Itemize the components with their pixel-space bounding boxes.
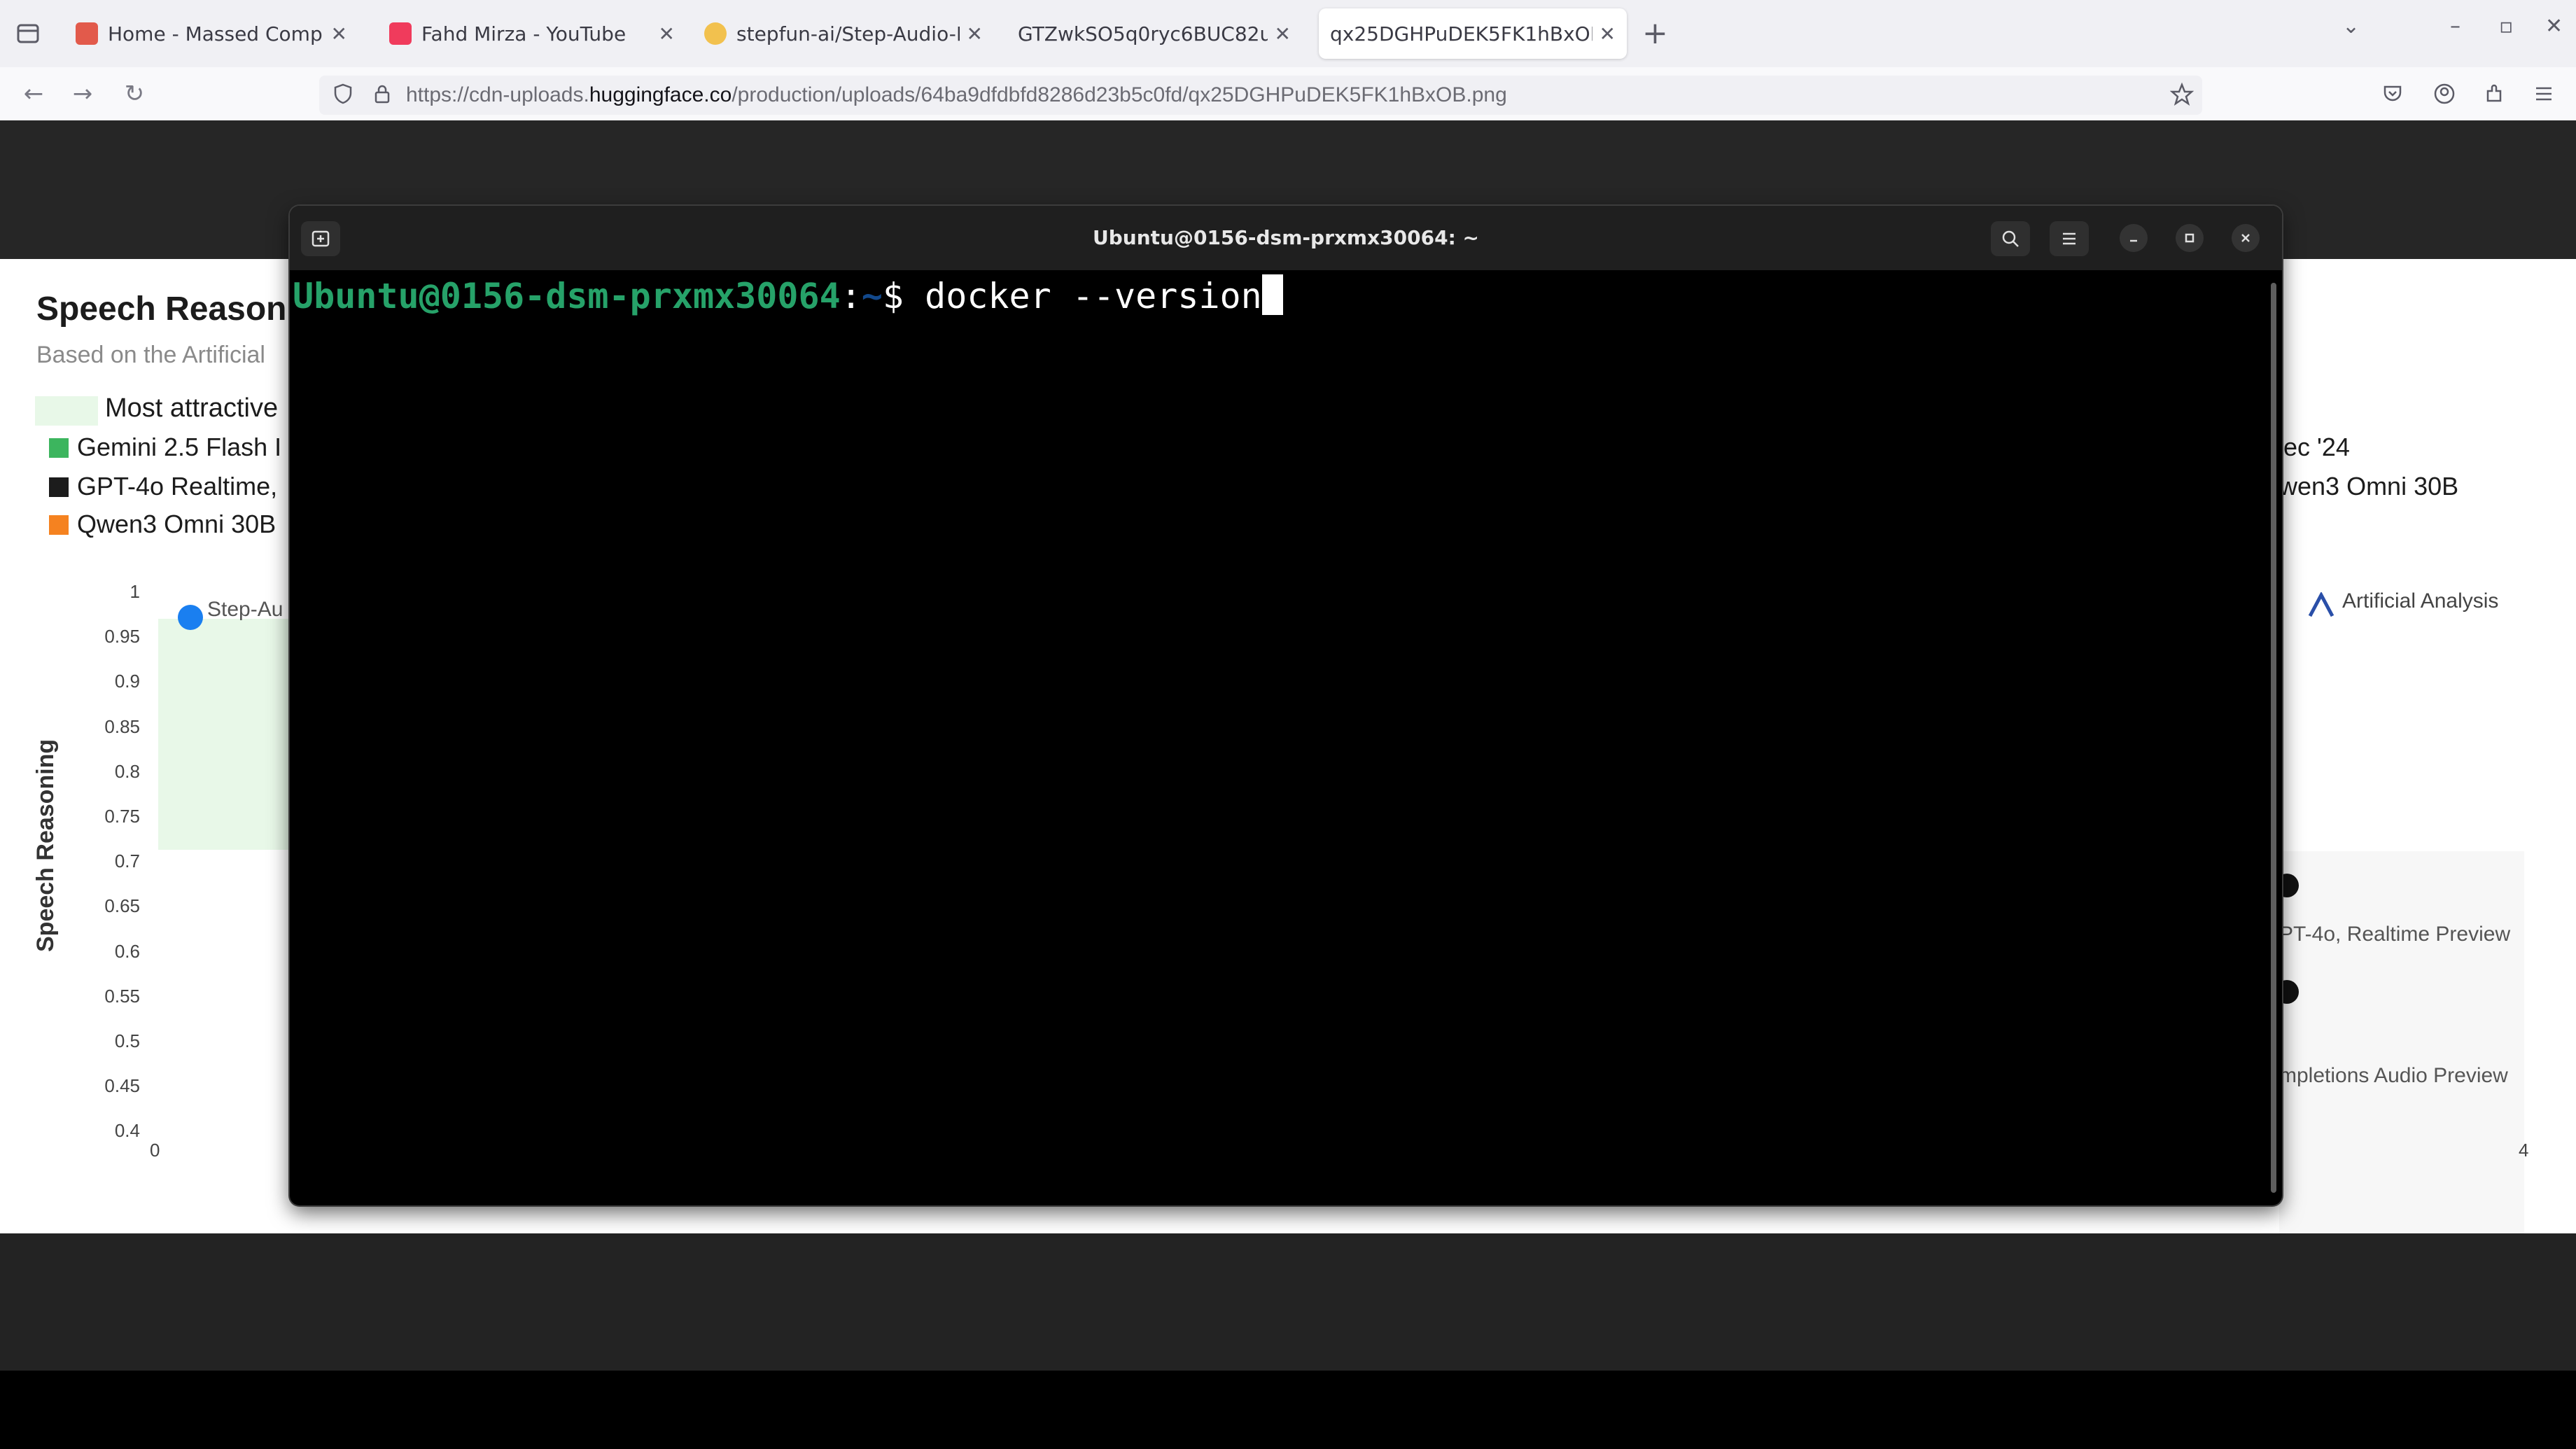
close-tab-icon[interactable]: ✕ — [331, 22, 347, 46]
massed-compute-favicon-icon — [76, 22, 98, 45]
tab-title: GTZwkSO5q0ryc6BUC82uT — [1018, 22, 1268, 46]
y-tick-label: 0.95 — [104, 626, 140, 648]
tab-overflow-chevron-icon[interactable]: ⌄ — [2342, 14, 2360, 38]
terminal-title: Ubuntu@0156-dsm-prxmx30064: ~ — [1093, 226, 1479, 249]
chart-title-fragment: Speech Reason — [36, 290, 287, 328]
step-audio-point — [178, 605, 203, 630]
x-tick-0: 0 — [150, 1140, 160, 1161]
forward-arrow-icon[interactable]: → — [66, 77, 99, 111]
terminal-minimize-button[interactable] — [2120, 224, 2148, 252]
prompt-symbol: $ — [882, 276, 925, 316]
gpt4o-realtime-point-label: PT-4o, Realtime Preview — [2279, 923, 2511, 946]
app-menu-icon[interactable] — [2533, 83, 2555, 105]
image-viewer-backdrop-bottom — [0, 1233, 2576, 1371]
close-tab-icon[interactable]: ✕ — [967, 22, 983, 46]
shield-icon[interactable] — [332, 83, 354, 105]
tab-list-icon[interactable] — [14, 20, 42, 48]
prompt-path: ~ — [861, 276, 883, 316]
legend-label-gemini: Gemini 2.5 Flash I — [77, 433, 282, 461]
y-tick-label: 0.65 — [104, 895, 140, 917]
terminal-header-bar[interactable]: Ubuntu@0156-dsm-prxmx30064: ~ — [290, 206, 2282, 270]
y-tick-label: 1 — [130, 581, 140, 602]
terminal-menu-icon[interactable] — [2050, 221, 2089, 256]
y-tick-label: 0.4 — [114, 1120, 140, 1142]
tab-home-massed-compute[interactable]: Home - Massed Compute ✕ — [64, 8, 358, 59]
tab-stepfun-step-audio[interactable]: stepfun-ai/Step-Audio-R ✕ — [693, 8, 994, 59]
close-tab-icon[interactable]: ✕ — [1600, 22, 1616, 46]
attractive-quadrant-region — [158, 619, 298, 850]
tab-title: Fahd Mirza - YouTube — [421, 22, 626, 46]
prompt-user-host: Ubuntu@0156-dsm-prxmx30064 — [293, 276, 841, 316]
terminal-search-icon[interactable] — [1991, 221, 2030, 256]
new-tab-button[interactable]: + — [1642, 15, 1668, 51]
browser-minimize-button[interactable]: – — [2450, 14, 2460, 38]
bookmark-star-icon[interactable] — [2169, 82, 2194, 106]
terminal-close-button[interactable] — [2232, 224, 2260, 252]
y-tick-label: 0.7 — [114, 850, 140, 872]
legend-swatch-gemini — [49, 438, 69, 458]
screen-bottom-bar — [0, 1371, 2576, 1449]
url-path: /production/uploads/64ba9dfdbfd8286d23b5… — [732, 83, 1507, 106]
address-bar[interactable]: https://cdn-uploads.huggingface.co/produ… — [319, 76, 2202, 115]
gpt4o-completions-point-label: mpletions Audio Preview — [2279, 1064, 2508, 1087]
legend-swatch-qwen — [49, 515, 69, 535]
y-tick-label: 0.75 — [104, 806, 140, 827]
legend-label-gpt4o: GPT-4o Realtime, — [77, 472, 278, 500]
y-tick-label: 0.8 — [114, 760, 140, 782]
browser-close-button[interactable]: ✕ — [2545, 14, 2563, 38]
artificial-analysis-logo-icon — [2307, 591, 2335, 617]
y-tick-label: 0.5 — [114, 1030, 140, 1051]
reload-icon[interactable]: ↻ — [118, 77, 151, 111]
text-cursor — [1261, 274, 1283, 315]
youtube-favicon-icon — [389, 22, 412, 45]
extensions-icon[interactable] — [2484, 83, 2506, 105]
tab-qx25-image[interactable]: qx25DGHPuDEK5FK1hBxOB ✕ — [1319, 8, 1627, 59]
y-tick-label: 0.55 — [104, 985, 140, 1007]
browser-chrome: Home - Massed Compute ✕ Fahd Mirza - You… — [0, 0, 2576, 121]
tab-title: stepfun-ai/Step-Audio-R — [736, 22, 960, 46]
highlight-swatch — [35, 396, 98, 426]
terminal-scrollbar[interactable] — [2271, 283, 2276, 1193]
legend-right-fragment-1: ec '24 — [2283, 433, 2350, 461]
huggingface-favicon-icon — [704, 22, 727, 45]
brand-label: Artificial Analysis — [2342, 589, 2499, 612]
legend-label-qwen: Qwen3 Omni 30B — [77, 510, 276, 538]
url-host: huggingface.co — [589, 83, 732, 106]
lock-icon[interactable] — [371, 83, 393, 105]
url-prefix: https://cdn-uploads. — [406, 83, 589, 106]
tab-title: Home - Massed Compute — [108, 22, 324, 46]
y-tick-label: 0.45 — [104, 1075, 140, 1097]
command-input[interactable]: docker --version — [925, 276, 1262, 316]
step-audio-point-label: Step-Au — [207, 598, 284, 621]
back-arrow-icon[interactable]: ← — [17, 77, 50, 111]
y-tick-label: 0.85 — [104, 715, 140, 737]
y-tick-label: 0.9 — [114, 671, 140, 692]
tab-title: qx25DGHPuDEK5FK1hBxOB — [1330, 22, 1592, 46]
navigation-bar: ← → ↻ https://cdn-uploads.huggingface.co… — [0, 67, 2576, 121]
legend-right-fragment-2: wen3 Omni 30B — [2279, 472, 2459, 500]
prompt-separator: : — [840, 276, 862, 316]
browser-restore-button[interactable]: ▫ — [2499, 14, 2513, 38]
terminal-maximize-button[interactable] — [2176, 224, 2204, 252]
close-tab-icon[interactable]: ✕ — [1275, 22, 1291, 46]
tab-gtzwk-image[interactable]: GTZwkSO5q0ryc6BUC82uT ✕ — [1007, 8, 1302, 59]
terminal-output[interactable]: Ubuntu@0156-dsm-prxmx30064:~$ docker --v… — [290, 270, 2282, 1205]
terminal-window[interactable]: Ubuntu@0156-dsm-prxmx30064: ~ Ubuntu@015… — [290, 206, 2282, 1205]
y-axis-label: Speech Reasoning — [32, 738, 59, 952]
y-tick-label: 0.6 — [114, 940, 140, 962]
account-icon[interactable] — [2433, 83, 2456, 105]
tab-strip: Home - Massed Compute ✕ Fahd Mirza - You… — [0, 0, 2576, 67]
chart-subtitle-fragment: Based on the Artificial — [36, 342, 265, 368]
highlight-legend-label: Most attractive — [105, 393, 279, 423]
pocket-icon[interactable] — [2381, 83, 2404, 105]
tab-fahd-mirza-youtube[interactable]: Fahd Mirza - YouTube ✕ — [378, 8, 686, 59]
close-tab-icon[interactable]: ✕ — [659, 22, 675, 46]
x-tick-4: 4 — [2519, 1140, 2529, 1161]
legend-swatch-gpt4o — [49, 477, 69, 497]
